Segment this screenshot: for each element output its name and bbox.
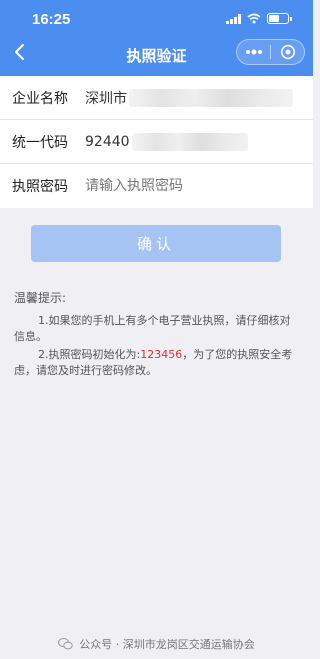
mini-program-capsule	[236, 39, 305, 65]
license-form: 企业名称 深圳市 统一代码 92440 执照密码	[0, 76, 313, 208]
footer-text: 公众号 · 深圳市龙岗区交通运输协会	[79, 638, 255, 651]
more-button[interactable]	[237, 40, 270, 64]
tips-title: 温馨提示:	[14, 291, 67, 305]
company-name-row: 企业名称 深圳市	[0, 76, 313, 120]
status-bar: 16:25	[0, 0, 313, 36]
company-name-label: 企业名称	[12, 90, 68, 107]
status-time: 16:25	[32, 11, 71, 28]
unified-code-row: 统一代码 92440	[0, 120, 313, 164]
license-password-label: 执照密码	[12, 179, 68, 195]
license-password-input[interactable]	[85, 178, 275, 194]
company-name-text: 深圳市	[85, 90, 127, 107]
redacted-mask	[129, 88, 293, 107]
wifi-icon	[247, 13, 261, 24]
tip-item-2-prefix: 2.执照密码初始化为:	[38, 348, 141, 361]
close-mini-program-button[interactable]	[271, 40, 304, 64]
company-name-value: 深圳市	[85, 88, 293, 108]
footer: 公众号 · 深圳市龙岗区交通运输协会	[0, 636, 313, 652]
tip-item-1: 1.如果您的手机上有多个电子营业执照，请仔细核对信息。	[14, 314, 291, 343]
unified-code-value: 92440	[85, 132, 248, 151]
target-close-icon	[280, 44, 295, 60]
tip-item-2: 2.执照密码初始化为:123456，为了您的执照安全考虑，请您及时进行密码修改。	[14, 347, 295, 379]
unified-code-label: 统一代码	[12, 134, 68, 151]
confirm-button[interactable]: 确认	[31, 225, 281, 262]
tips-section: 温馨提示: 1.如果您的手机上有多个电子营业执照，请仔细核对信息。 2.执照密码…	[14, 289, 295, 381]
status-icons	[226, 13, 292, 24]
more-dots-icon	[245, 49, 262, 55]
nav-bar: 执照验证	[0, 36, 313, 76]
signal-icon	[226, 13, 241, 24]
license-password-row: 执照密码	[0, 164, 313, 208]
header: 16:25 执照验证	[0, 0, 313, 76]
battery-icon	[267, 13, 292, 24]
unified-code-text: 92440	[85, 133, 130, 150]
initial-password-value: 123456	[140, 348, 183, 361]
wechat-icon	[58, 638, 73, 650]
redacted-mask	[131, 132, 248, 151]
